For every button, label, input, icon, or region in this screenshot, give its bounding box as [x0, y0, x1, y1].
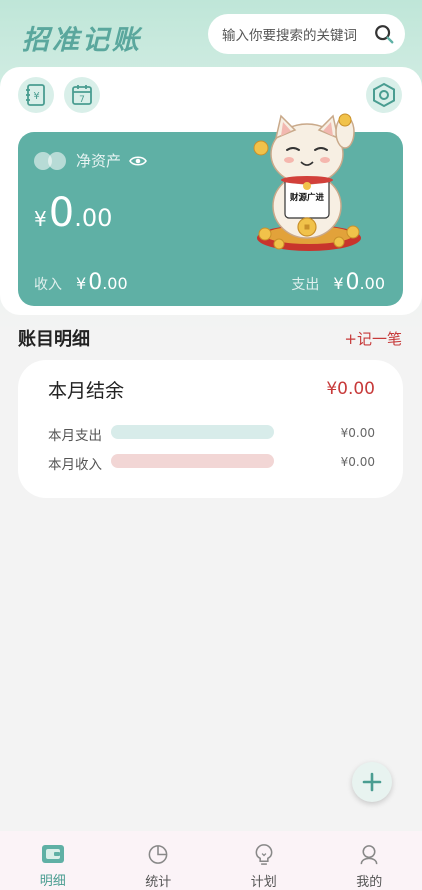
calendar-button[interactable]: 7: [64, 77, 100, 113]
plus-icon: [362, 772, 382, 792]
pie-chart-icon: [148, 845, 168, 864]
ledger-book-icon: ¥: [26, 84, 45, 106]
svg-text:¥: ¥: [33, 91, 39, 102]
currency-symbol: ¥: [34, 207, 47, 231]
tab-profile[interactable]: 我的: [317, 831, 422, 890]
add-record-button[interactable]: +记一笔: [344, 328, 402, 349]
expense-int: 0: [345, 270, 360, 295]
net-asset-amount: ¥ 0 .00: [34, 190, 112, 236]
expense-bar: [111, 425, 274, 439]
expense-row-label: 本月支出: [48, 428, 102, 444]
lightbulb-icon: [255, 844, 273, 865]
income-total: 收入 ¥ 0 .00: [34, 270, 128, 295]
tab-details[interactable]: 明细: [0, 831, 106, 890]
tab-label: 统计: [145, 875, 172, 890]
tab-label: 我的: [356, 875, 383, 890]
eye-icon[interactable]: [129, 155, 147, 167]
tab-label: 计划: [250, 875, 277, 890]
expense-row-value: ¥0.00: [340, 426, 375, 440]
income-label: 收入: [34, 277, 62, 293]
monthly-summary-card[interactable]: 本月结余 ¥0.00 本月支出 ¥0.00 本月收入 ¥0.00: [18, 360, 403, 498]
income-row-label: 本月收入: [48, 457, 102, 473]
expense-total: 支出 ¥ 0 .00: [291, 270, 385, 295]
add-floating-button[interactable]: [352, 762, 392, 802]
app-title: 招准记账: [22, 25, 142, 56]
asset-label-row: 净资产: [34, 150, 147, 171]
summary-balance: ¥0.00: [326, 379, 375, 399]
expense-label: 支出: [291, 277, 320, 293]
profile-icon: [360, 845, 378, 865]
tab-statistics[interactable]: 统计: [106, 831, 212, 890]
expense-dec: .00: [359, 274, 385, 293]
section-title: 账目明细: [18, 329, 90, 350]
app-header: 招准记账 输入你要搜索的关键词: [0, 0, 422, 70]
income-bar: [111, 454, 274, 468]
settings-hexagon-icon: [373, 82, 395, 108]
ledger-book-button[interactable]: ¥: [18, 77, 54, 113]
svg-text:7: 7: [79, 95, 85, 105]
tab-label: 明细: [39, 874, 66, 889]
net-asset-label: 净资产: [76, 152, 122, 170]
net-asset-int: 0: [48, 190, 75, 236]
search-icon[interactable]: [373, 23, 395, 45]
summary-title: 本月结余: [48, 380, 125, 402]
fortune-sign-text: 财源广进: [289, 192, 325, 203]
tab-plan[interactable]: 计划: [211, 831, 317, 890]
card-toggle-icon: [34, 151, 68, 170]
search-placeholder: 输入你要搜索的关键词: [222, 28, 357, 44]
income-row-value: ¥0.00: [340, 455, 375, 469]
settings-button[interactable]: [366, 77, 402, 113]
calendar-icon: 7: [72, 85, 92, 105]
search-input[interactable]: 输入你要搜索的关键词: [208, 14, 405, 54]
bottom-tab-bar: 明细 统计 计划 我的: [0, 831, 422, 890]
wallet-icon: [41, 845, 64, 863]
expense-currency: ¥: [333, 274, 344, 293]
lucky-cat-illustration: 财源广进: [253, 113, 361, 251]
income-currency: ¥: [76, 274, 87, 293]
income-dec: .00: [102, 274, 128, 293]
income-int: 0: [88, 270, 103, 295]
net-asset-dec: .00: [74, 204, 113, 232]
